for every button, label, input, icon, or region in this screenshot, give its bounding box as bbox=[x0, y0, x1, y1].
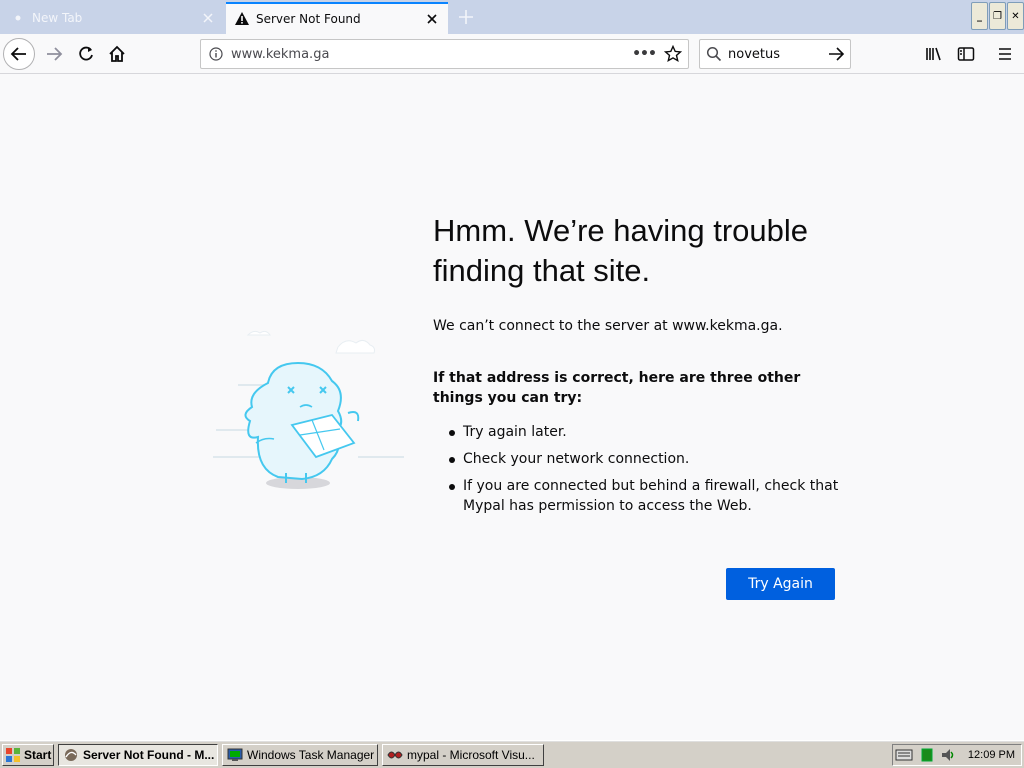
close-icon: ✕ bbox=[1011, 10, 1020, 22]
suggestions-list: Try again later. Check your network conn… bbox=[449, 422, 839, 523]
confused-dinosaur-illustration-icon bbox=[213, 330, 404, 489]
error-title: Hmm. We’re having trouble finding that s… bbox=[433, 213, 809, 288]
search-input[interactable]: novetus bbox=[728, 47, 822, 62]
tab-new-tab[interactable]: New Tab bbox=[0, 2, 224, 34]
bookmark-star-icon[interactable] bbox=[658, 45, 688, 63]
site-info-icon[interactable] bbox=[201, 47, 231, 61]
start-button[interactable]: Start bbox=[2, 744, 54, 766]
minimize-button[interactable]: _ bbox=[971, 2, 988, 30]
visual-studio-icon bbox=[387, 751, 403, 759]
suggestion-item: If you are connected but behind a firewa… bbox=[449, 476, 839, 516]
close-tab-icon[interactable] bbox=[196, 6, 220, 30]
try-again-button[interactable]: Try Again bbox=[726, 568, 835, 600]
suggestion-item: Try again later. bbox=[449, 422, 839, 442]
forward-arrow-icon bbox=[47, 47, 63, 61]
navigation-toolbar: www.kekma.ga ••• novetus bbox=[0, 34, 1024, 74]
tab-server-not-found[interactable]: Server Not Found bbox=[226, 2, 448, 34]
tab-label: New Tab bbox=[32, 11, 83, 25]
window-controls: _ ❐ ✕ bbox=[970, 2, 1024, 30]
library-icon[interactable] bbox=[922, 42, 946, 66]
mypal-app-icon bbox=[65, 749, 77, 761]
minimize-icon: _ bbox=[977, 10, 982, 22]
taskbar: Start Server Not Found - M... Windows Ta… bbox=[0, 740, 1024, 768]
taskbar-item-task-manager[interactable]: Windows Task Manager bbox=[222, 744, 378, 766]
start-label: Start bbox=[24, 748, 52, 762]
restore-icon: ❐ bbox=[993, 10, 1002, 22]
volume-icon[interactable] bbox=[940, 747, 956, 763]
back-button[interactable] bbox=[3, 38, 35, 70]
task-manager-icon bbox=[227, 748, 243, 761]
forward-button[interactable] bbox=[38, 38, 70, 70]
clock[interactable]: 12:09 PM bbox=[968, 749, 1015, 761]
reload-button[interactable] bbox=[70, 38, 102, 70]
new-tab-favicon-icon bbox=[10, 10, 26, 26]
taskbar-item-label: Server Not Found - M... bbox=[83, 748, 215, 762]
error-page: Hmm. We’re having trouble finding that s… bbox=[0, 75, 1024, 740]
suggestions-heading: If that address is correct, here are thr… bbox=[433, 370, 801, 406]
suggestion-item: Check your network connection. bbox=[449, 449, 839, 469]
network-icon[interactable] bbox=[920, 747, 936, 763]
search-icon bbox=[700, 46, 728, 62]
system-tray: 12:09 PM bbox=[892, 744, 1022, 766]
error-description: We can’t connect to the server at www.ke… bbox=[433, 318, 783, 334]
search-go-arrow-icon[interactable] bbox=[822, 45, 850, 63]
taskbar-item-mypal[interactable]: Server Not Found - M... bbox=[58, 744, 218, 766]
close-tab-icon[interactable] bbox=[420, 7, 444, 31]
new-tab-plus-icon[interactable] bbox=[452, 4, 480, 30]
warning-icon bbox=[234, 11, 250, 27]
taskbar-item-label: Windows Task Manager bbox=[247, 748, 375, 762]
menu-hamburger-icon[interactable] bbox=[993, 42, 1017, 66]
page-actions-icon[interactable]: ••• bbox=[630, 46, 658, 62]
home-button[interactable] bbox=[101, 38, 133, 70]
taskbar-item-label: mypal - Microsoft Visu... bbox=[407, 748, 535, 762]
reload-icon bbox=[79, 46, 93, 61]
tab-strip: New Tab Server Not Found _ ❐ ✕ bbox=[0, 0, 1024, 34]
tab-label: Server Not Found bbox=[256, 12, 361, 26]
windows-logo-icon bbox=[6, 748, 20, 762]
back-arrow-icon bbox=[10, 47, 26, 61]
search-bar[interactable]: novetus bbox=[699, 39, 851, 69]
close-window-button[interactable]: ✕ bbox=[1007, 2, 1024, 30]
url-bar[interactable]: www.kekma.ga ••• bbox=[200, 39, 689, 69]
home-icon bbox=[109, 45, 125, 62]
restore-button[interactable]: ❐ bbox=[989, 2, 1006, 30]
url-text[interactable]: www.kekma.ga bbox=[231, 47, 630, 62]
sidebar-toggle-icon[interactable] bbox=[954, 42, 978, 66]
taskbar-item-visual-studio[interactable]: mypal - Microsoft Visu... bbox=[382, 744, 544, 766]
